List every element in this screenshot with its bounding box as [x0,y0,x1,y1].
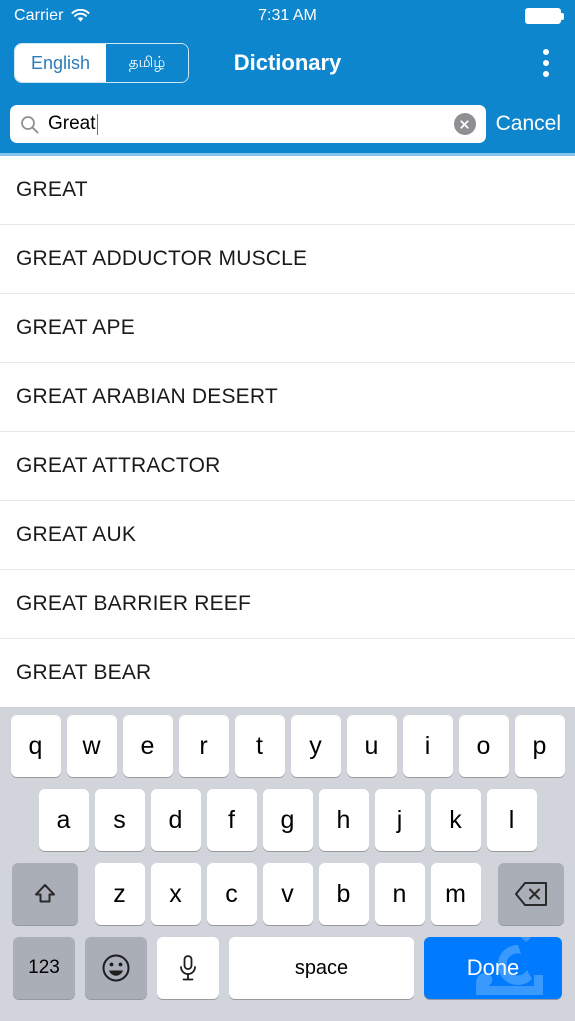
key-z[interactable]: z [94,863,145,925]
list-item[interactable]: GREAT ARABIAN DESERT [0,363,575,432]
text-cursor [96,113,99,135]
search-field[interactable]: Great [10,105,486,143]
search-input-value[interactable]: Great [48,113,445,135]
key-w[interactable]: w [66,715,117,777]
list-item[interactable]: GREAT BARRIER REEF [0,570,575,639]
search-text: Great [48,113,96,134]
app-root: Carrier 7:31 AM English தமிழ் Dictionary [0,0,575,1021]
more-vertical-icon[interactable] [531,43,561,83]
key-c[interactable]: c [206,863,257,925]
key-e[interactable]: e [122,715,173,777]
list-item[interactable]: GREAT ADDUCTOR MUSCLE [0,225,575,294]
key-l[interactable]: l [486,789,537,851]
results-list[interactable]: GREAT GREAT ADDUCTOR MUSCLE GREAT APE GR… [0,156,575,701]
keyboard-row-2: a s d f g h j k l [0,789,575,851]
key-b[interactable]: b [318,863,369,925]
done-button[interactable]: Done [424,937,562,999]
space-key[interactable]: space [229,937,414,999]
segment-english[interactable]: English [15,44,107,82]
key-a[interactable]: a [38,789,89,851]
list-item[interactable]: GREAT AUK [0,501,575,570]
key-k[interactable]: k [430,789,481,851]
status-bar: Carrier 7:31 AM [0,0,575,31]
carrier-label: Carrier [14,6,64,24]
list-item[interactable]: GREAT ATTRACTOR [0,432,575,501]
key-m[interactable]: m [430,863,481,925]
status-bar-left: Carrier [14,7,90,25]
status-bar-right [525,7,564,24]
language-segmented-control[interactable]: English தமிழ் [14,43,190,83]
list-item[interactable]: GREAT [0,156,575,225]
key-x[interactable]: x [150,863,201,925]
key-r[interactable]: r [178,715,229,777]
numbers-key[interactable]: 123 [13,937,75,999]
microphone-icon[interactable] [157,937,219,999]
segment-tamil[interactable]: தமிழ் [106,44,189,82]
key-g[interactable]: g [262,789,313,851]
key-n[interactable]: n [374,863,425,925]
keyboard-row-1: q w e r t y u i o p [0,715,575,777]
wifi-icon [71,8,90,22]
shift-arrow-icon[interactable] [11,863,78,925]
search-bar: Great Cancel [0,95,575,156]
key-t[interactable]: t [234,715,285,777]
list-item[interactable]: GREAT BEAR [0,639,575,701]
emoji-smiley-icon[interactable] [85,937,147,999]
key-s[interactable]: s [94,789,145,851]
key-h[interactable]: h [318,789,369,851]
key-d[interactable]: d [150,789,201,851]
key-u[interactable]: u [346,715,397,777]
backspace-icon[interactable] [497,863,564,925]
key-o[interactable]: o [458,715,509,777]
navigation-bar: English தமிழ் Dictionary [0,31,575,95]
done-label: Done [466,955,520,980]
key-j[interactable]: j [374,789,425,851]
key-q[interactable]: q [10,715,61,777]
key-f[interactable]: f [206,789,257,851]
keyboard-row-3: z x c v b n m [0,863,575,925]
on-screen-keyboard[interactable]: q w e r t y u i o p a s d f g h j k l z … [0,707,575,1021]
key-p[interactable]: p [514,715,565,777]
key-v[interactable]: v [262,863,313,925]
search-icon [21,115,39,133]
cancel-button[interactable]: Cancel [496,112,565,136]
keyboard-row-4: 123 space Done [0,937,575,999]
clear-circle-icon[interactable] [453,113,476,135]
battery-full-icon [525,7,564,24]
list-item[interactable]: GREAT APE [0,294,575,363]
key-y[interactable]: y [290,715,341,777]
key-i[interactable]: i [402,715,453,777]
